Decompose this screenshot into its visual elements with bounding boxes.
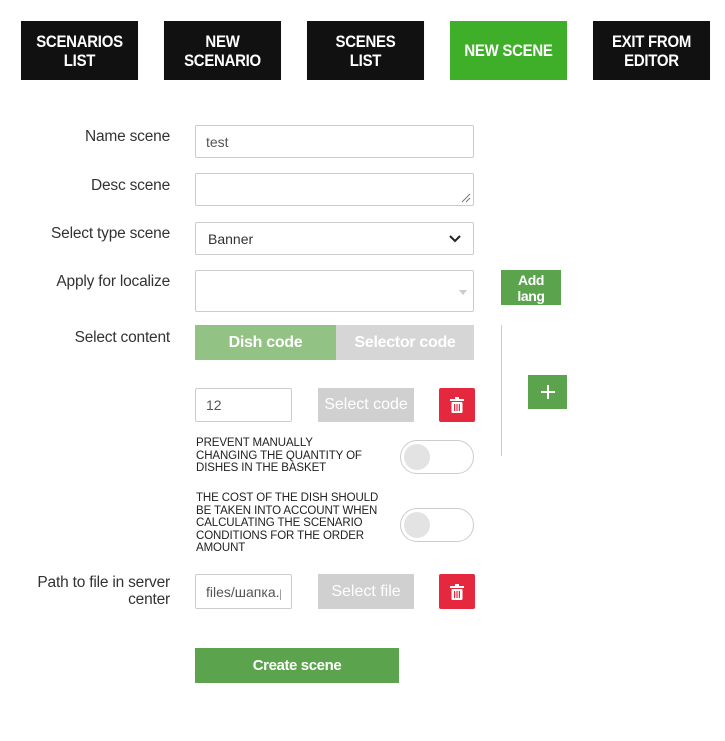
name-scene-label: Name scene xyxy=(84,128,170,145)
nav-new-scene[interactable]: NEW SCENE xyxy=(449,21,568,80)
delete-file-button[interactable] xyxy=(439,574,475,609)
nav-scenarios-list[interactable]: SCENARIOS LIST xyxy=(20,21,139,80)
nav-new-scenario[interactable]: NEW SCENARIO xyxy=(163,21,282,80)
trash-icon xyxy=(450,397,464,413)
path-file-label: Path to file in server center xyxy=(37,574,170,608)
toggle-knob xyxy=(404,512,430,538)
desc-scene-textarea[interactable] xyxy=(195,173,474,206)
cost-calculation-text: THE COST OF THE DISH SHOULD BE TAKEN INT… xyxy=(196,492,379,554)
delete-code-button[interactable] xyxy=(439,388,475,422)
content-divider xyxy=(501,325,502,456)
prevent-quantity-toggle[interactable] xyxy=(400,440,474,474)
trash-icon xyxy=(450,583,464,600)
name-scene-input[interactable] xyxy=(195,125,474,158)
add-lang-button[interactable]: Add lang xyxy=(501,270,561,305)
dish-code-input[interactable] xyxy=(195,388,292,422)
localize-label: Apply for localize xyxy=(56,273,170,290)
type-scene-value: Banner xyxy=(208,230,254,247)
desc-scene-label: Desc scene xyxy=(91,177,170,194)
type-scene-label: Select type scene xyxy=(51,225,170,242)
tab-dish-code[interactable]: Dish code xyxy=(195,325,336,360)
caret-down-icon xyxy=(459,290,467,295)
type-scene-select[interactable]: Banner xyxy=(195,222,474,255)
tab-selector-code[interactable]: Selector code xyxy=(336,325,474,360)
create-scene-button[interactable]: Create scene xyxy=(195,648,399,683)
add-dish-button[interactable] xyxy=(528,375,567,409)
prevent-quantity-text: PREVENT MANUALLY CHANGING THE QUANTITY O… xyxy=(196,437,362,474)
chevron-down-icon xyxy=(449,234,461,242)
select-code-button[interactable]: Select code xyxy=(318,388,414,422)
nav-scenes-list[interactable]: SCENES LIST xyxy=(306,21,425,80)
select-file-button[interactable]: Select file xyxy=(318,574,414,609)
localize-select[interactable] xyxy=(195,270,474,312)
plus-icon xyxy=(540,385,555,399)
toggle-knob xyxy=(404,444,430,470)
select-content-label: Select content xyxy=(74,329,171,346)
nav-exit-editor[interactable]: EXIT FROM EDITOR xyxy=(592,21,711,80)
resize-handle-icon[interactable] xyxy=(461,193,471,203)
cost-calculation-toggle[interactable] xyxy=(400,508,474,542)
path-file-input[interactable] xyxy=(195,574,292,609)
